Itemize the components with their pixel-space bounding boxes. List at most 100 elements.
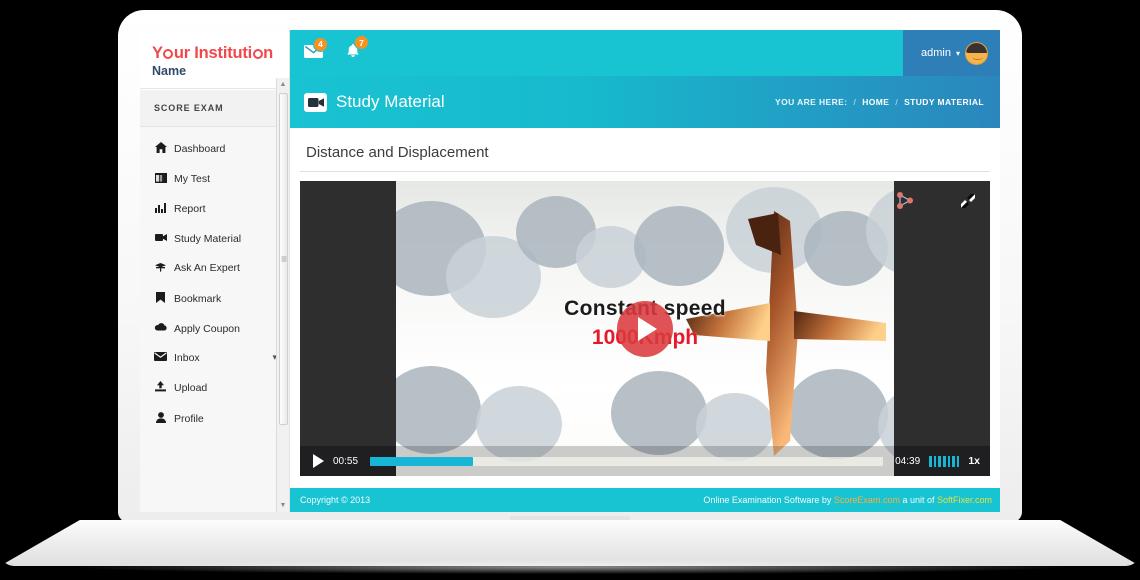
copyright-text: Copyright © 2013 bbox=[300, 495, 371, 505]
content-area: Distance and Displacement Constant speed… bbox=[290, 128, 1000, 480]
sidebar-section-label: SCORE EXAM bbox=[140, 89, 289, 127]
messages-button[interactable]: 4 bbox=[304, 36, 328, 62]
sidebar-item-upload[interactable]: Upload bbox=[140, 372, 289, 403]
brand-o-ring-1 bbox=[163, 49, 174, 59]
credit-mid: a unit of bbox=[899, 495, 937, 505]
airplane-illustration bbox=[686, 211, 886, 461]
panel-title: Distance and Displacement bbox=[300, 138, 990, 172]
avatar bbox=[965, 41, 988, 65]
breadcrumb: YOU ARE HERE: / HOME / STUDY MATERIAL bbox=[775, 97, 984, 107]
brand-line-2: Name bbox=[152, 64, 187, 78]
application-window: Yur Instituti n Name SCORE EXAM Dashboard bbox=[140, 30, 1000, 512]
page-header: Study Material YOU ARE HERE: / HOME / ST… bbox=[290, 76, 1000, 128]
grid-icon bbox=[154, 172, 167, 186]
volume-bar bbox=[929, 456, 932, 467]
envelope-icon bbox=[154, 351, 167, 364]
credit-text: Online Examination Software by ScoreExam… bbox=[703, 495, 992, 505]
sidebar-item-report[interactable]: Report bbox=[140, 194, 289, 224]
volume-control[interactable] bbox=[929, 455, 960, 467]
play-icon bbox=[638, 316, 657, 341]
breadcrumb-separator: / bbox=[853, 97, 857, 107]
sidebar-item-label: Study Material bbox=[174, 232, 242, 245]
sidebar-item-my-test[interactable]: My Test bbox=[140, 164, 289, 194]
sidebar-item-label: My Test bbox=[174, 173, 210, 185]
volume-bar bbox=[933, 456, 937, 467]
chevron-down-icon: ▾ bbox=[955, 48, 960, 58]
video-camera-icon bbox=[304, 92, 327, 112]
footer: Copyright © 2013 Online Examination Soft… bbox=[290, 488, 1000, 512]
bar-chart-icon bbox=[154, 202, 167, 216]
expand-icon[interactable] bbox=[960, 193, 976, 209]
play-button[interactable] bbox=[313, 454, 324, 468]
scrollbar-thumb[interactable] bbox=[279, 93, 288, 425]
progress-bar[interactable] bbox=[370, 456, 884, 466]
breadcrumb-label: YOU ARE HERE: bbox=[775, 97, 848, 107]
video-controls: 00:55 04:39 1x bbox=[300, 446, 990, 476]
upload-icon bbox=[154, 380, 167, 395]
sidebar-item-label: Ask An Expert bbox=[174, 262, 240, 274]
admin-label: admin bbox=[921, 47, 951, 59]
alerts-button[interactable]: 7 bbox=[345, 35, 369, 63]
sidebar-item-apply-coupon[interactable]: Apply Coupon bbox=[140, 314, 289, 343]
volume-bar bbox=[952, 456, 955, 467]
bookmark-icon bbox=[154, 291, 167, 306]
sidebar-scrollbar[interactable]: ▲ ▼ bbox=[276, 78, 289, 512]
breadcrumb-current: STUDY MATERIAL bbox=[904, 97, 984, 107]
breadcrumb-home[interactable]: HOME bbox=[862, 97, 889, 107]
brand-logo[interactable]: Yur Instituti n Name bbox=[140, 30, 289, 89]
sidebar-item-dashboard[interactable]: Dashboard bbox=[140, 133, 289, 164]
sidebar-item-label: Bookmark bbox=[174, 292, 222, 305]
video-icon bbox=[154, 233, 167, 245]
scrollbar-grip bbox=[281, 256, 286, 262]
sidebar-item-inbox[interactable]: Inbox ▾ bbox=[140, 343, 289, 372]
play-overlay-button[interactable] bbox=[617, 300, 673, 357]
playback-speed[interactable]: 1x bbox=[968, 455, 980, 467]
sidebar-item-bookmark[interactable]: Bookmark bbox=[140, 283, 289, 314]
volume-bar bbox=[938, 456, 941, 467]
sidebar: Yur Instituti n Name SCORE EXAM Dashboard bbox=[140, 30, 290, 512]
cloud bbox=[396, 366, 481, 454]
alerts-badge: 7 bbox=[354, 35, 369, 50]
sidebar-item-label: Profile bbox=[174, 412, 204, 425]
total-time: 04:39 bbox=[895, 455, 921, 467]
scoreexam-link[interactable]: ScoreExam.com bbox=[834, 495, 900, 505]
top-bar: 4 7 admin ▾ bbox=[290, 30, 1000, 76]
brand-text-c: n bbox=[263, 44, 273, 62]
home-icon bbox=[154, 141, 167, 156]
share-nodes-icon[interactable] bbox=[892, 189, 916, 213]
credit-prefix: Online Examination Software by bbox=[703, 495, 834, 505]
softfixer-link[interactable]: SoftFixer.com bbox=[937, 495, 992, 505]
sidebar-nav: Dashboard My Test Report Study Material … bbox=[140, 127, 289, 434]
video-player[interactable]: Constant speed 1000Kmph bbox=[300, 181, 990, 476]
breadcrumb-separator: / bbox=[895, 97, 899, 107]
scroll-down-arrow-icon[interactable]: ▼ bbox=[277, 499, 289, 512]
volume-bar bbox=[942, 456, 946, 467]
sidebar-item-label: Upload bbox=[174, 381, 208, 394]
user-icon bbox=[154, 411, 167, 426]
laptop-base-shadow bbox=[80, 560, 1060, 574]
sidebar-item-study-material[interactable]: Study Material bbox=[140, 224, 289, 253]
sidebar-item-profile[interactable]: Profile bbox=[140, 403, 289, 434]
brand-o-ring-2 bbox=[252, 49, 263, 59]
sidebar-item-label: Inbox bbox=[174, 351, 200, 364]
brand-line-1: Yur Instituti n bbox=[152, 44, 289, 63]
messages-badge: 4 bbox=[313, 36, 328, 52]
volume-bar bbox=[947, 456, 951, 467]
sidebar-item-label: Dashboard bbox=[174, 142, 226, 155]
admin-menu[interactable]: admin ▾ bbox=[903, 30, 1000, 76]
sidebar-item-ask-an-expert[interactable]: Ask An Expert bbox=[140, 253, 289, 283]
current-time: 00:55 bbox=[333, 455, 359, 467]
laptop-mockup: Yur Instituti n Name SCORE EXAM Dashboard bbox=[0, 0, 1140, 580]
volume-bar bbox=[956, 456, 960, 467]
page-title: Study Material bbox=[336, 92, 445, 111]
main-area: 4 7 admin ▾ Study Material YOU ARE HERE:… bbox=[290, 30, 1000, 512]
sidebar-item-label: Report bbox=[174, 203, 206, 215]
sidebar-item-label: Apply Coupon bbox=[174, 322, 240, 335]
laptop-screen: Yur Instituti n Name SCORE EXAM Dashboard bbox=[140, 30, 1000, 512]
cloud-icon bbox=[154, 323, 167, 334]
brand-text-a: Y bbox=[152, 44, 163, 62]
podium-icon bbox=[154, 262, 167, 275]
progress-fill bbox=[370, 456, 473, 466]
scroll-up-arrow-icon[interactable]: ▲ bbox=[277, 78, 289, 91]
brand-text-b: ur Instituti bbox=[173, 44, 253, 62]
